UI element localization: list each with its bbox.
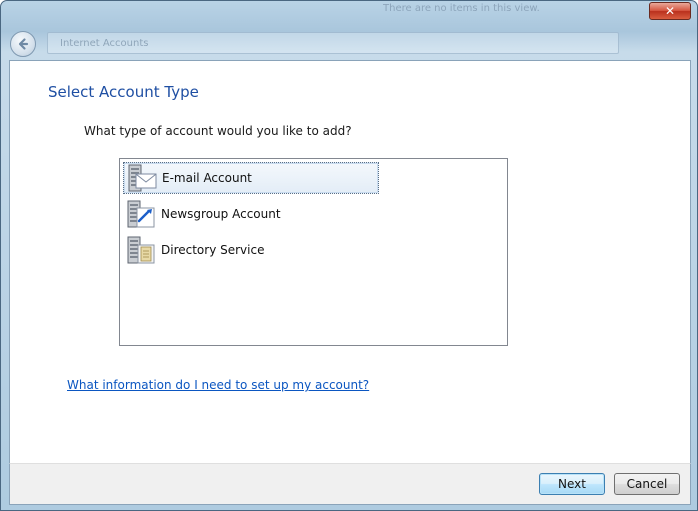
cancel-button[interactable]: Cancel [614,473,680,495]
list-item-label: Newsgroup Account [161,207,281,221]
newsgroup-server-icon [127,200,155,228]
account-type-list[interactable]: E-mail Account Newsgroup Account Directo… [119,158,508,346]
close-button[interactable]: ✕ [649,2,691,20]
list-item-directory-service[interactable]: Directory Service [123,234,379,266]
wizard-content: Select Account Type What type of account… [9,60,691,463]
back-button[interactable] [10,31,36,57]
wizard-footer: Next Cancel [9,463,691,505]
directory-server-icon [127,236,155,264]
page-title: Select Account Type [48,83,199,101]
back-arrow-icon [18,38,29,50]
setup-help-link[interactable]: What information do I need to set up my … [67,378,369,392]
email-server-icon [128,164,157,192]
close-icon: ✕ [664,4,676,18]
list-item-label: Directory Service [161,243,265,257]
wizard-address-bar: Internet Accounts [47,32,619,54]
list-item-email-account[interactable]: E-mail Account [123,162,379,194]
account-type-question: What type of account would you like to a… [84,124,352,138]
list-item-label: E-mail Account [162,171,252,185]
next-button[interactable]: Next [539,473,605,495]
list-item-newsgroup-account[interactable]: Newsgroup Account [123,198,379,230]
background-window-title: There are no items in this view. [383,3,540,14]
internet-accounts-window: There are no items in this view. ✕ Inter… [0,0,698,511]
